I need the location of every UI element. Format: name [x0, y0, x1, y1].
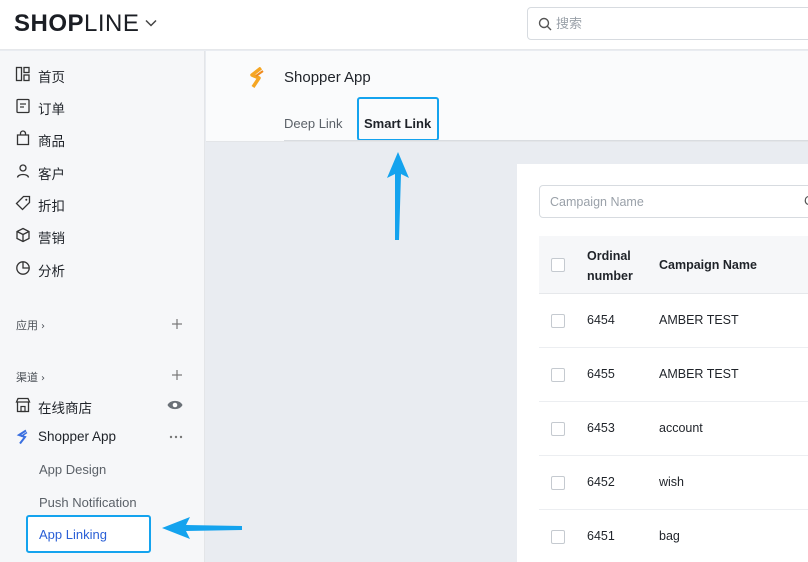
campaign-table: Ordinal number Campaign Name 6454 AMBER … — [539, 236, 808, 562]
sidebar-item-label: 在线商店 — [38, 401, 92, 417]
sidebar-item-app-linking[interactable]: App Linking — [26, 515, 151, 553]
select-all-checkbox[interactable] — [551, 258, 565, 272]
sidebar-item-label: 订单 — [38, 102, 65, 118]
cell-ordinal: 6452 — [587, 475, 615, 489]
cell-ordinal: 6455 — [587, 367, 615, 381]
row-checkbox[interactable] — [551, 314, 565, 328]
table-row[interactable]: 6455 AMBER TEST — [539, 348, 808, 402]
sidebar-item-label: App Linking — [39, 527, 107, 542]
section-channels[interactable]: 渠道 › — [16, 369, 45, 385]
bag-icon — [16, 130, 30, 146]
shopper-app-logo-icon — [250, 67, 264, 88]
cell-campaign-name: AMBER TEST — [659, 367, 739, 381]
chevron-down-icon[interactable] — [143, 15, 159, 31]
sidebar-item-customers[interactable]: 客户 — [0, 156, 204, 186]
tab-deep-link[interactable]: Deep Link — [284, 116, 343, 131]
tag-icon — [15, 195, 31, 211]
order-icon — [16, 98, 30, 114]
sidebar-item-label: Shopper App — [38, 429, 117, 444]
shopline-logo[interactable]: SHOPLINE — [14, 10, 139, 38]
global-search[interactable] — [527, 7, 808, 40]
store-icon — [15, 397, 31, 413]
sidebar-item-orders[interactable]: 订单 — [0, 91, 204, 121]
table-row[interactable]: 6452 wish — [539, 456, 808, 510]
campaign-name-filter[interactable]: C — [539, 185, 808, 218]
cell-campaign-name: bag — [659, 529, 680, 543]
sidebar-item-label: 折扣 — [38, 199, 65, 215]
campaign-card: C Ordinal number Campaign Name 6454 AMBE… — [517, 164, 808, 562]
table-row[interactable]: 6451 bag — [539, 510, 808, 562]
tab-smart-link[interactable]: Smart Link — [364, 116, 431, 131]
sidebar-item-discounts[interactable]: 折扣 — [0, 188, 204, 218]
sidebar-item-push-notification[interactable]: Push Notification — [39, 495, 137, 510]
cell-campaign-name: AMBER TEST — [659, 313, 739, 327]
search-input[interactable] — [556, 14, 796, 34]
sidebar-item-products[interactable]: 商品 — [0, 123, 204, 153]
pie-icon — [16, 261, 30, 275]
page-title: Shopper App — [284, 69, 371, 86]
annotation-arrow-up-icon — [387, 152, 409, 240]
search-icon — [538, 17, 552, 31]
cell-campaign-name: wish — [659, 475, 685, 489]
app-header: Shopper App Deep Link Smart Link — [206, 51, 808, 142]
sidebar-item-label: 首页 — [38, 70, 65, 86]
sidebar-item-label: 客户 — [38, 167, 65, 183]
campaign-name-input[interactable] — [550, 193, 790, 211]
row-checkbox[interactable] — [551, 422, 565, 436]
tabs-divider — [284, 140, 808, 141]
annotation-arrow-left-icon — [162, 517, 242, 539]
cell-campaign-name: account — [659, 421, 703, 435]
table-row[interactable]: 6453 account — [539, 402, 808, 456]
sidebar-item-analytics[interactable]: 分析 — [0, 253, 204, 283]
more-icon[interactable] — [169, 435, 183, 439]
cube-icon — [16, 227, 30, 243]
sidebar-item-marketing[interactable]: 营销 — [0, 220, 204, 250]
row-checkbox[interactable] — [551, 476, 565, 490]
table-row[interactable]: 6454 AMBER TEST — [539, 294, 808, 348]
table-header: Ordinal number Campaign Name — [539, 236, 808, 294]
cell-ordinal: 6453 — [587, 421, 615, 435]
sidebar-item-label: 分析 — [38, 264, 65, 280]
sidebar-item-app-design[interactable]: App Design — [39, 462, 106, 477]
add-channel-plus-icon[interactable] — [170, 368, 184, 382]
row-checkbox[interactable] — [551, 530, 565, 544]
main-content: Shopper App Deep Link Smart Link C Ordin… — [206, 51, 808, 562]
cell-ordinal: 6454 — [587, 313, 615, 327]
sidebar-item-label: 营销 — [38, 231, 65, 247]
sidebar-item-label: 商品 — [38, 134, 65, 150]
user-icon — [16, 164, 30, 178]
section-apps[interactable]: 应用 › — [16, 317, 45, 333]
campaign-input-trailing: C — [804, 193, 808, 208]
top-bar: SHOPLINE — [0, 0, 808, 50]
sidebar: 首页 订单 商品 客户 折扣 营销 分析 应用 › 渠道 › 在线商店 Shoppe… — [0, 51, 205, 562]
sidebar-item-home[interactable]: 首页 — [0, 59, 204, 89]
eye-icon[interactable] — [167, 399, 183, 411]
cell-ordinal: 6451 — [587, 529, 615, 543]
row-checkbox[interactable] — [551, 368, 565, 382]
column-header-ordinal[interactable]: Ordinal number — [587, 246, 647, 286]
shopper-app-icon — [16, 429, 28, 445]
dashboard-icon — [15, 66, 30, 82]
add-app-plus-icon[interactable] — [170, 317, 184, 331]
column-header-campaign-name[interactable]: Campaign Name — [659, 258, 757, 272]
